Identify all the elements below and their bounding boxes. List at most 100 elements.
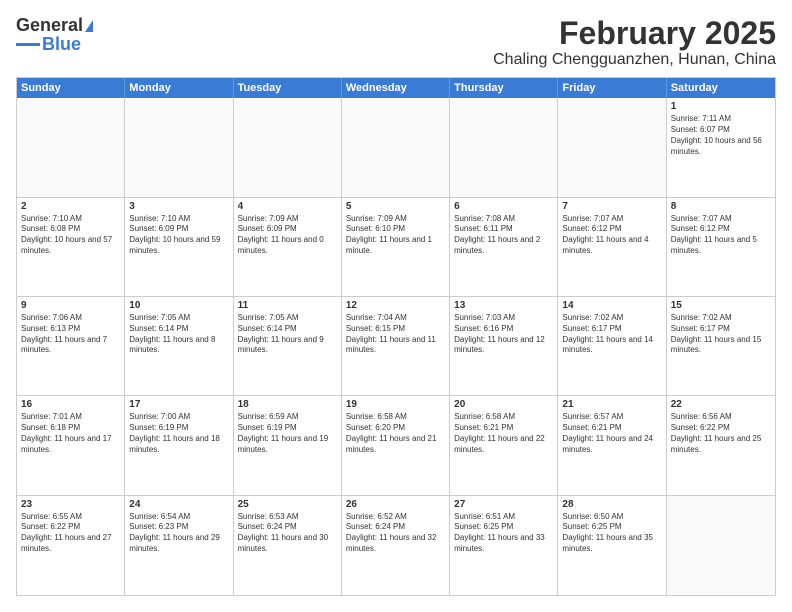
cell-info: Sunrise: 6:51 AM Sunset: 6:25 PM Dayligh… xyxy=(454,512,553,555)
calendar-cell: 12Sunrise: 7:04 AM Sunset: 6:15 PM Dayli… xyxy=(342,297,450,395)
day-number: 25 xyxy=(238,499,337,510)
cell-info: Sunrise: 7:10 AM Sunset: 6:08 PM Dayligh… xyxy=(21,214,120,257)
calendar-cell: 25 Sunrise: 6:53 AM Sunset: 6:24 PM Dayli… xyxy=(234,496,342,595)
day-number: 23 xyxy=(21,499,120,510)
day-number: 10 xyxy=(129,300,228,311)
calendar-cell: 26 Sunrise: 6:52 AM Sunset: 6:24 PM Dayli… xyxy=(342,496,450,595)
calendar-cell: 17Sunrise: 7:00 AM Sunset: 6:19 PM Dayli… xyxy=(125,396,233,494)
cell-info: Sunrise: 6:52 AM Sunset: 6:24 PM Dayligh… xyxy=(346,512,445,555)
day-number: 26 xyxy=(346,499,445,510)
calendar-cell: 16 Sunrise: 7:01 AM Sunset: 6:18 PM Dayli… xyxy=(17,396,125,494)
logo: General Blue xyxy=(16,16,93,55)
calendar-cell: 27 Sunrise: 6:51 AM Sunset: 6:25 PM Dayli… xyxy=(450,496,558,595)
weekday-header: Tuesday xyxy=(234,78,342,98)
day-number: 28 xyxy=(562,499,661,510)
calendar-cell: 5Sunrise: 7:09 AM Sunset: 6:10 PM Daylig… xyxy=(342,198,450,296)
weekday-header: Thursday xyxy=(450,78,558,98)
calendar-cell: 2 Sunrise: 7:10 AM Sunset: 6:08 PM Daylig… xyxy=(17,198,125,296)
cell-info: Sunrise: 6:55 AM Sunset: 6:22 PM Dayligh… xyxy=(21,512,120,555)
calendar-cell: 14 Sunrise: 7:02 AM Sunset: 6:17 PM Dayli… xyxy=(558,297,666,395)
calendar-cell: 18Sunrise: 6:59 AM Sunset: 6:19 PM Dayli… xyxy=(234,396,342,494)
calendar-cell xyxy=(558,98,666,196)
cell-info: Sunrise: 7:07 AM Sunset: 6:12 PM Dayligh… xyxy=(671,214,771,257)
cell-info: Sunrise: 7:00 AM Sunset: 6:19 PM Dayligh… xyxy=(129,412,228,455)
day-number: 11 xyxy=(238,300,337,311)
weekday-header: Sunday xyxy=(17,78,125,98)
cell-info: Sunrise: 7:05 AM Sunset: 6:14 PM Dayligh… xyxy=(238,313,337,356)
calendar-cell: 28 Sunrise: 6:50 AM Sunset: 6:25 PM Dayli… xyxy=(558,496,666,595)
day-number: 14 xyxy=(562,300,661,311)
day-number: 1 xyxy=(671,101,771,112)
logo-general: General xyxy=(16,15,83,35)
calendar-cell xyxy=(342,98,450,196)
day-number: 18 xyxy=(238,399,337,410)
calendar-cell xyxy=(667,496,775,595)
logo-line xyxy=(16,43,40,46)
calendar-row: 1 Sunrise: 7:11 AM Sunset: 6:07 PM Daylig… xyxy=(17,98,775,197)
calendar-row: 23 Sunrise: 6:55 AM Sunset: 6:22 PM Dayli… xyxy=(17,496,775,595)
day-number: 7 xyxy=(562,201,661,212)
calendar-cell: 1 Sunrise: 7:11 AM Sunset: 6:07 PM Daylig… xyxy=(667,98,775,196)
calendar-cell: 19 Sunrise: 6:58 AM Sunset: 6:20 PM Dayli… xyxy=(342,396,450,494)
calendar-cell xyxy=(17,98,125,196)
cell-info: Sunrise: 6:53 AM Sunset: 6:24 PM Dayligh… xyxy=(238,512,337,555)
title-block: February 2025 Chaling Chengguanzhen, Hun… xyxy=(493,16,776,69)
logo-triangle-icon xyxy=(85,20,93,32)
day-number: 12 xyxy=(346,300,445,311)
calendar-header: SundayMondayTuesdayWednesdayThursdayFrid… xyxy=(17,78,775,98)
weekday-header: Monday xyxy=(125,78,233,98)
day-number: 16 xyxy=(21,399,120,410)
cell-info: Sunrise: 7:01 AM Sunset: 6:18 PM Dayligh… xyxy=(21,412,120,455)
day-number: 21 xyxy=(562,399,661,410)
calendar-cell: 8 Sunrise: 7:07 AM Sunset: 6:12 PM Daylig… xyxy=(667,198,775,296)
cell-info: Sunrise: 6:50 AM Sunset: 6:25 PM Dayligh… xyxy=(562,512,661,555)
logo-blue: Blue xyxy=(42,34,81,55)
calendar-row: 9 Sunrise: 7:06 AM Sunset: 6:13 PM Daylig… xyxy=(17,297,775,396)
day-number: 19 xyxy=(346,399,445,410)
cell-info: Sunrise: 6:54 AM Sunset: 6:23 PM Dayligh… xyxy=(129,512,228,555)
day-number: 15 xyxy=(671,300,771,311)
calendar-cell: 21 Sunrise: 6:57 AM Sunset: 6:21 PM Dayli… xyxy=(558,396,666,494)
calendar: SundayMondayTuesdayWednesdayThursdayFrid… xyxy=(16,77,776,596)
day-number: 20 xyxy=(454,399,553,410)
header: General Blue February 2025 Chaling Cheng… xyxy=(16,16,776,69)
cell-info: Sunrise: 7:08 AM Sunset: 6:11 PM Dayligh… xyxy=(454,214,553,257)
day-number: 5 xyxy=(346,201,445,212)
day-number: 13 xyxy=(454,300,553,311)
calendar-cell: 3Sunrise: 7:10 AM Sunset: 6:09 PM Daylig… xyxy=(125,198,233,296)
calendar-cell: 20Sunrise: 6:58 AM Sunset: 6:21 PM Dayli… xyxy=(450,396,558,494)
cell-info: Sunrise: 7:07 AM Sunset: 6:12 PM Dayligh… xyxy=(562,214,661,257)
day-number: 8 xyxy=(671,201,771,212)
calendar-title: February 2025 xyxy=(493,16,776,51)
cell-info: Sunrise: 7:02 AM Sunset: 6:17 PM Dayligh… xyxy=(562,313,661,356)
cell-info: Sunrise: 6:58 AM Sunset: 6:20 PM Dayligh… xyxy=(346,412,445,455)
day-number: 27 xyxy=(454,499,553,510)
calendar-row: 2 Sunrise: 7:10 AM Sunset: 6:08 PM Daylig… xyxy=(17,198,775,297)
calendar-cell: 11 Sunrise: 7:05 AM Sunset: 6:14 PM Dayli… xyxy=(234,297,342,395)
cell-info: Sunrise: 7:11 AM Sunset: 6:07 PM Dayligh… xyxy=(671,114,771,157)
calendar-cell: 15 Sunrise: 7:02 AM Sunset: 6:17 PM Dayli… xyxy=(667,297,775,395)
calendar-cell: 22 Sunrise: 6:56 AM Sunset: 6:22 PM Dayli… xyxy=(667,396,775,494)
cell-info: Sunrise: 6:57 AM Sunset: 6:21 PM Dayligh… xyxy=(562,412,661,455)
calendar-cell: 10 Sunrise: 7:05 AM Sunset: 6:14 PM Dayli… xyxy=(125,297,233,395)
calendar-cell: 13 Sunrise: 7:03 AM Sunset: 6:16 PM Dayli… xyxy=(450,297,558,395)
day-number: 24 xyxy=(129,499,228,510)
day-number: 22 xyxy=(671,399,771,410)
page: General Blue February 2025 Chaling Cheng… xyxy=(0,0,792,612)
cell-info: Sunrise: 7:03 AM Sunset: 6:16 PM Dayligh… xyxy=(454,313,553,356)
calendar-cell: 6 Sunrise: 7:08 AM Sunset: 6:11 PM Daylig… xyxy=(450,198,558,296)
day-number: 4 xyxy=(238,201,337,212)
weekday-header: Friday xyxy=(558,78,666,98)
cell-info: Sunrise: 6:56 AM Sunset: 6:22 PM Dayligh… xyxy=(671,412,771,455)
calendar-cell: 9 Sunrise: 7:06 AM Sunset: 6:13 PM Daylig… xyxy=(17,297,125,395)
cell-info: Sunrise: 7:02 AM Sunset: 6:17 PM Dayligh… xyxy=(671,313,771,356)
calendar-cell: 23 Sunrise: 6:55 AM Sunset: 6:22 PM Dayli… xyxy=(17,496,125,595)
day-number: 2 xyxy=(21,201,120,212)
day-number: 3 xyxy=(129,201,228,212)
calendar-cell: 4Sunrise: 7:09 AM Sunset: 6:09 PM Daylig… xyxy=(234,198,342,296)
day-number: 9 xyxy=(21,300,120,311)
calendar-cell xyxy=(450,98,558,196)
cell-info: Sunrise: 7:06 AM Sunset: 6:13 PM Dayligh… xyxy=(21,313,120,356)
day-number: 6 xyxy=(454,201,553,212)
cell-info: Sunrise: 7:05 AM Sunset: 6:14 PM Dayligh… xyxy=(129,313,228,356)
